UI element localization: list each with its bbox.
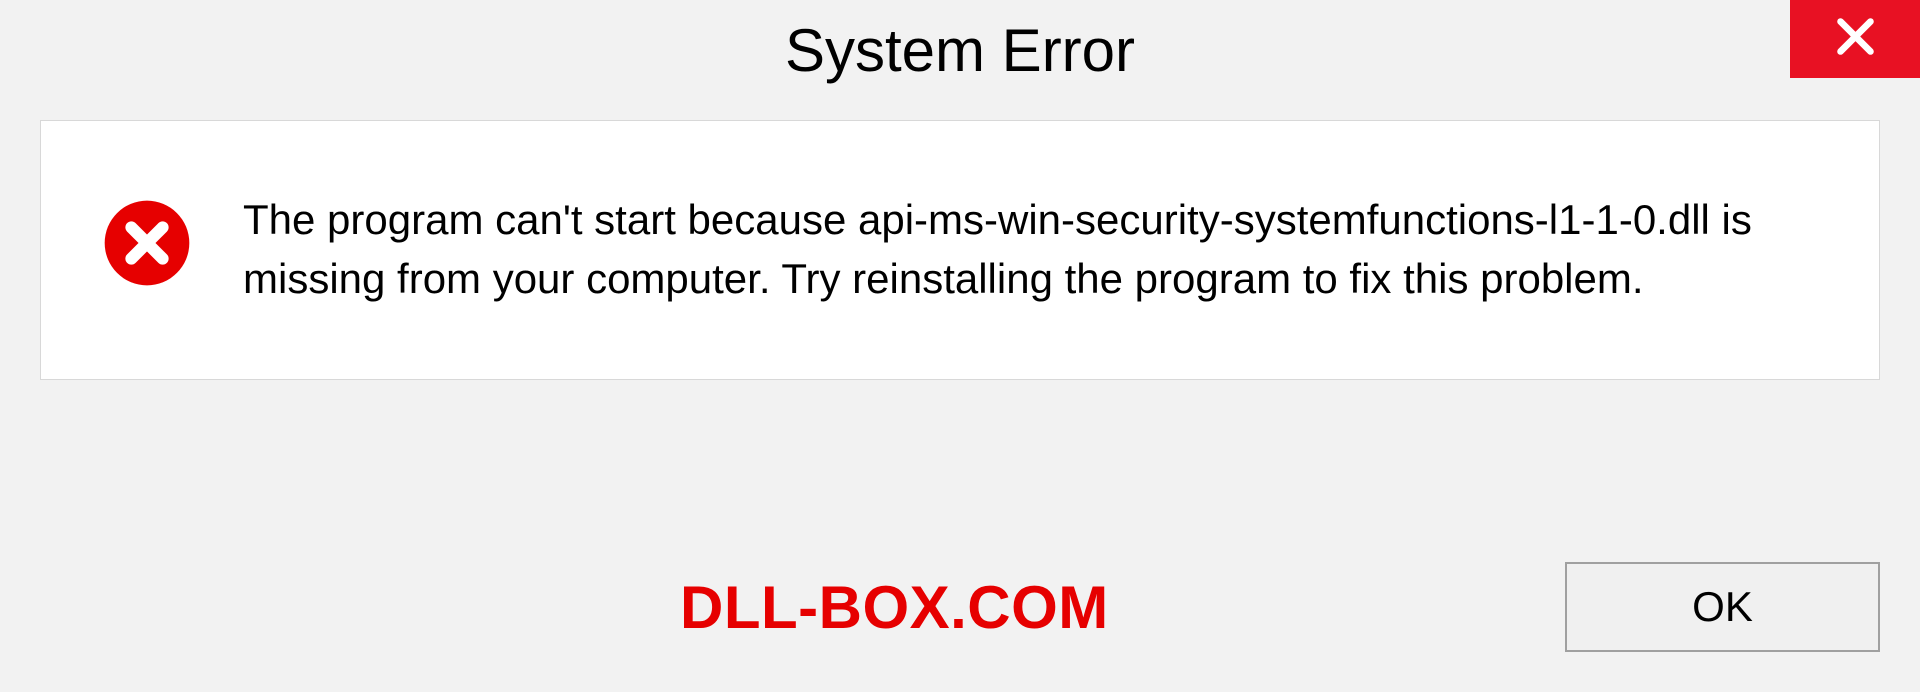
error-message: The program can't start because api-ms-w…: [243, 191, 1809, 309]
error-icon: [101, 197, 193, 289]
ok-button[interactable]: OK: [1565, 562, 1880, 652]
title-bar: System Error: [0, 0, 1920, 100]
watermark-text: DLL-BOX.COM: [40, 573, 1109, 642]
dialog-title: System Error: [785, 16, 1135, 85]
footer: DLL-BOX.COM OK: [0, 562, 1920, 652]
close-icon: [1833, 14, 1878, 64]
message-panel: The program can't start because api-ms-w…: [40, 120, 1880, 380]
close-button[interactable]: [1790, 0, 1920, 78]
